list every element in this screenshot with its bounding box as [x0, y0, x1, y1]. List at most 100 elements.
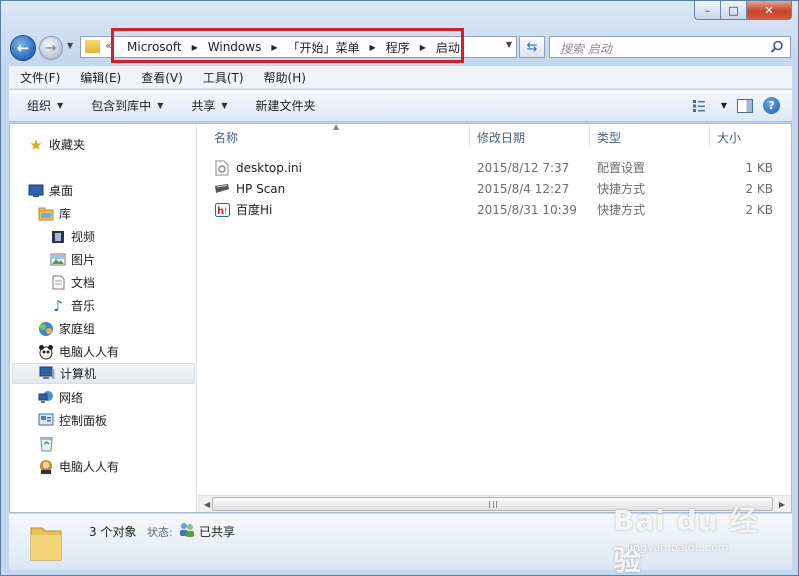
share-label: 共享 — [191, 99, 216, 113]
scrollbar-thumb[interactable] — [212, 497, 773, 511]
column-header-date[interactable]: 修改日期 — [470, 125, 590, 149]
close-button[interactable]: ✕ — [747, 1, 792, 20]
nav-control-panel[interactable]: 控制面板 — [38, 410, 107, 431]
grip-icon — [488, 501, 497, 508]
new-folder-label: 新建文件夹 — [255, 99, 316, 113]
nav-recycle-bin[interactable] — [38, 433, 59, 454]
file-type: 快捷方式 — [597, 203, 646, 217]
preview-pane-icon[interactable] — [737, 98, 753, 113]
menu-tools[interactable]: 工具(T) — [192, 69, 253, 86]
caption-buttons: – □ ✕ — [694, 1, 792, 20]
view-dropdown-button[interactable]: ▼ — [721, 101, 727, 110]
shared-users-icon — [180, 523, 194, 537]
maximize-button[interactable]: □ — [721, 1, 747, 20]
chevron-down-icon: ▼ — [57, 101, 64, 110]
nav-desktop[interactable]: 桌面 — [28, 180, 73, 201]
nav-computer-label: 计算机 — [60, 367, 97, 381]
pane-splitter[interactable] — [196, 124, 197, 512]
menu-file[interactable]: 文件(F) — [9, 69, 69, 86]
folder-icon — [85, 40, 100, 53]
address-bar[interactable]: « Microsoft ▶ Windows ▶ 「开始」菜单 ▶ 程序 ▶ 启动… — [80, 36, 517, 58]
nav-user-folder-1[interactable]: 电脑人人有 — [38, 341, 119, 362]
nav-libraries[interactable]: 库 — [38, 203, 71, 224]
scroll-left-icon[interactable]: ◀ — [204, 500, 210, 509]
file-row[interactable]: desktop.ini 2015/8/12 7:37 配置设置 1 KB — [198, 157, 778, 178]
minimize-button[interactable]: – — [694, 1, 721, 20]
column-header-name[interactable]: 名称 — [198, 125, 470, 149]
command-bar: 组织 ▼ 包含到库中 ▼ 共享 ▼ 新建文件夹 ▼ ? — [9, 90, 792, 122]
back-button[interactable]: ← — [10, 35, 36, 61]
view-controls: ▼ ? — [692, 97, 780, 114]
change-view-icon[interactable] — [692, 99, 711, 113]
library-icon — [38, 206, 54, 222]
nav-pictures[interactable]: 图片 — [50, 249, 95, 270]
recent-pages-dropdown[interactable]: ▼ — [67, 41, 73, 50]
scroll-right-icon[interactable]: ▶ — [779, 500, 785, 509]
share-button[interactable]: 共享 ▼ — [173, 97, 237, 114]
nav-control-panel-label: 控制面板 — [59, 414, 108, 428]
chevron-right-icon[interactable]: ▶ — [364, 43, 382, 52]
chevron-right-icon[interactable]: ▶ — [186, 43, 204, 52]
horizontal-scrollbar[interactable]: ◀ ▶ — [198, 495, 791, 512]
column-header-type[interactable]: 类型 — [590, 125, 710, 149]
nav-music-label: 音乐 — [71, 299, 96, 313]
file-size: 1 KB — [745, 160, 773, 175]
nav-desktop-label: 桌面 — [49, 184, 74, 198]
address-dropdown-button[interactable]: ▼ — [506, 40, 512, 49]
column-header-size[interactable]: 大小 — [710, 125, 778, 149]
nav-network[interactable]: 网络 — [38, 387, 83, 408]
back-arrow-icon: ← — [16, 39, 30, 57]
file-row[interactable]: h! 百度Hi 2015/8/31 10:39 快捷方式 2 KB — [198, 199, 778, 220]
nav-videos-label: 视频 — [71, 230, 96, 244]
breadcrumb-microsoft[interactable]: Microsoft — [123, 40, 186, 54]
nav-music[interactable]: ♪ 音乐 — [50, 295, 95, 316]
nav-homegroup[interactable]: 家庭组 — [38, 318, 95, 339]
nav-libraries-label: 库 — [59, 207, 72, 221]
breadcrumb-overflow[interactable]: « — [105, 39, 112, 52]
menu-view[interactable]: 查看(V) — [130, 69, 192, 86]
chevron-right-icon[interactable]: ▶ — [265, 43, 283, 52]
nav-computer[interactable]: 计算机 — [12, 363, 195, 384]
refresh-button[interactable]: ⇆ — [519, 36, 545, 58]
svg-text:!: ! — [224, 207, 228, 217]
file-name: HP Scan — [236, 181, 286, 196]
breadcrumb-startup[interactable]: 启动 — [432, 39, 464, 56]
chevron-right-icon[interactable]: ▶ — [414, 43, 432, 52]
nav-user-folder-2[interactable]: 电脑人人有 — [38, 456, 119, 477]
new-folder-button[interactable]: 新建文件夹 — [238, 97, 326, 114]
breadcrumb-windows[interactable]: Windows — [204, 40, 266, 54]
menu-help[interactable]: 帮助(H) — [253, 69, 315, 86]
nav-pictures-label: 图片 — [71, 253, 96, 267]
breadcrumb: Microsoft ▶ Windows ▶ 「开始」菜单 ▶ 程序 ▶ 启动 — [123, 39, 464, 55]
recycle-bin-icon — [38, 436, 54, 452]
chevron-down-icon: ▼ — [221, 101, 228, 110]
breadcrumb-start-menu[interactable]: 「开始」菜单 — [284, 39, 364, 56]
include-in-library-button[interactable]: 包含到库中 ▼ — [73, 97, 173, 114]
forward-arrow-icon: → — [45, 40, 57, 56]
nav-favorites[interactable]: ★ 收藏夹 — [28, 134, 85, 155]
menu-edit[interactable]: 编辑(E) — [69, 69, 130, 86]
scanner-shortcut-icon — [214, 181, 230, 197]
search-input[interactable]: 搜索 启动 — [549, 36, 791, 58]
forward-button[interactable]: → — [39, 36, 63, 60]
music-note-icon: ♪ — [53, 296, 63, 315]
include-in-library-label: 包含到库中 — [91, 99, 152, 113]
file-row[interactable]: HP Scan 2015/8/4 12:27 快捷方式 2 KB — [198, 178, 778, 199]
navigation-pane[interactable]: ★ 收藏夹 桌面 库 视频 图片 文档 ♪ 音乐 家庭组 电脑人人有 计算机 网… — [10, 124, 196, 512]
file-size: 2 KB — [745, 202, 773, 217]
nav-documents[interactable]: 文档 — [50, 272, 95, 293]
panda-avatar-icon — [38, 344, 54, 360]
user-avatar-icon — [38, 459, 54, 475]
file-type: 配置设置 — [597, 161, 646, 175]
help-icon[interactable]: ? — [763, 97, 780, 114]
nav-videos[interactable]: 视频 — [50, 226, 95, 247]
file-size: 2 KB — [745, 181, 773, 196]
content-area: ★ 收藏夹 桌面 库 视频 图片 文档 ♪ 音乐 家庭组 电脑人人有 计算机 网… — [9, 122, 792, 513]
status-label: 状态: — [147, 526, 173, 539]
organize-label: 组织 — [27, 99, 52, 113]
homegroup-icon — [38, 321, 54, 337]
settings-file-icon — [214, 160, 230, 176]
organize-button[interactable]: 组织 ▼ — [9, 97, 73, 114]
search-icon[interactable] — [770, 40, 784, 54]
breadcrumb-programs[interactable]: 程序 — [382, 39, 414, 56]
